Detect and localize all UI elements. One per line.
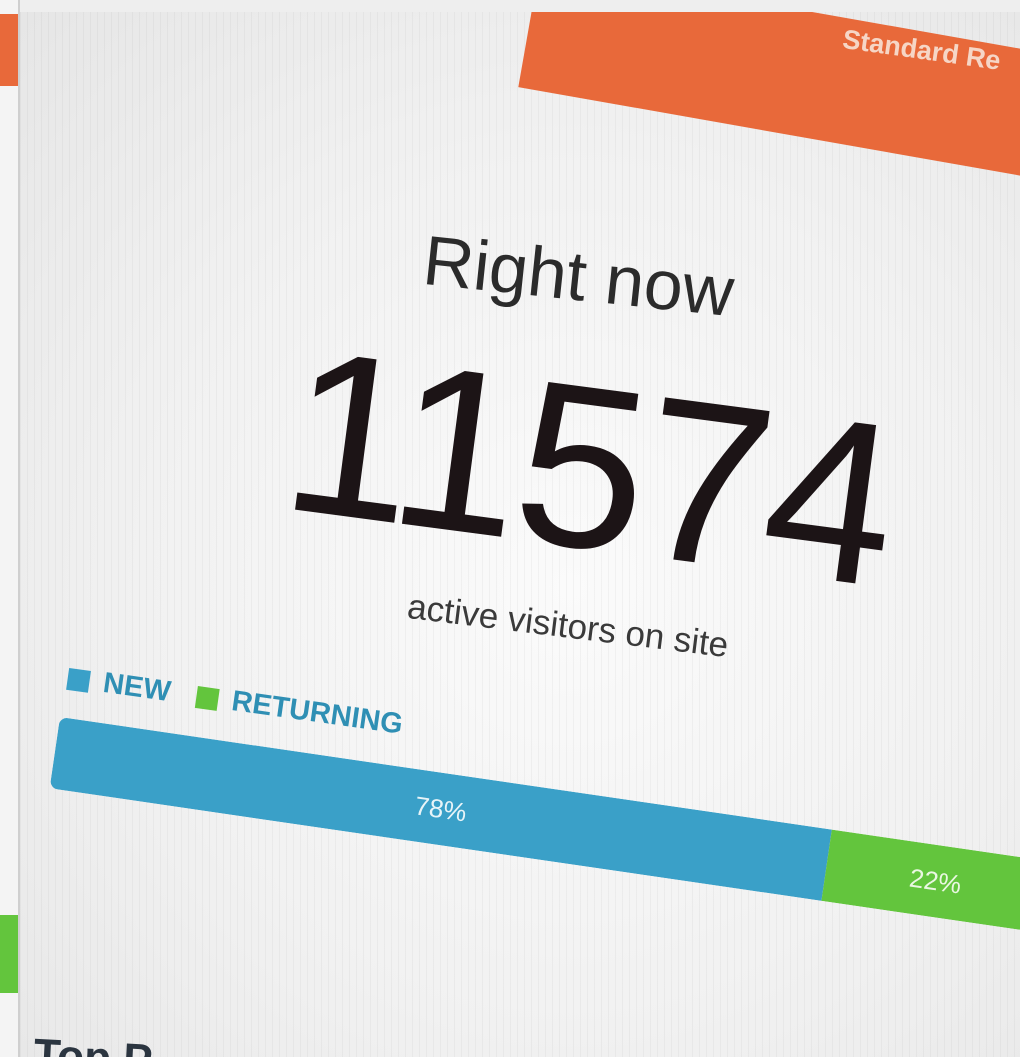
new-color-swatch [66,667,92,693]
new-percent-label: 78% [412,789,469,828]
new-visitors-segment: 78% [49,717,832,901]
legend-item-returning: RETURNING [194,680,405,742]
adjacent-panel-edge [0,0,20,1057]
visitor-split-bar: 78% 22% [49,717,1020,933]
returning-percent-label: 22% [907,862,964,900]
active-visitor-count: 11574 [271,300,908,637]
adjacent-header-strip [0,14,18,86]
legend-item-new: NEW [65,662,173,709]
next-section-heading: Top P [32,1030,153,1057]
legend-label-new: NEW [101,667,173,709]
legend-label-returning: RETURNING [229,685,405,741]
returning-color-swatch [194,685,220,711]
realtime-panel: Standard Re Right now 11574 active visit… [20,12,1020,1057]
realtime-title: Right now [419,220,738,332]
returning-visitors-segment: 22% [821,829,1020,933]
adjacent-bar-strip [0,915,18,993]
